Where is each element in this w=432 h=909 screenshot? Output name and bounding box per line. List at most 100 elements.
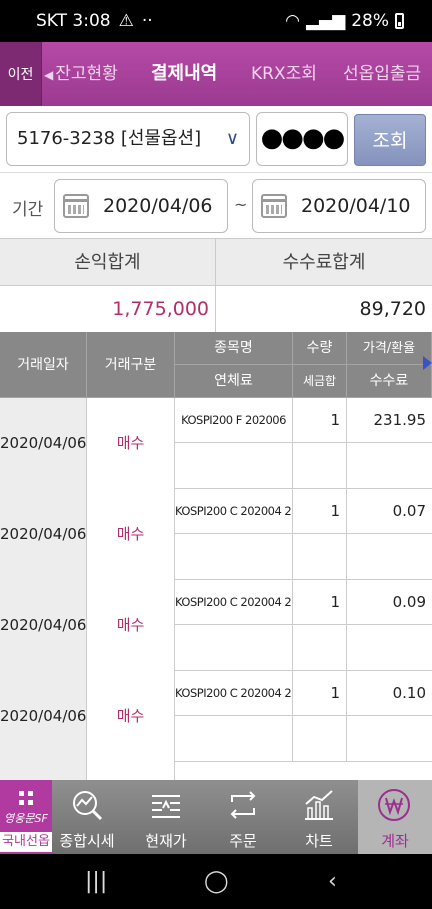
row-commission <box>347 716 432 762</box>
header-price-rate: 가격/환율 <box>347 332 432 365</box>
tab-label: 잔고현황 <box>55 64 118 84</box>
date-separator: ~ <box>234 195 248 214</box>
row-type: 매수 <box>87 398 175 489</box>
more-dots: ·· <box>141 11 153 31</box>
row-tax-total <box>293 534 347 580</box>
scroll-right-icon[interactable] <box>423 356 432 370</box>
price-list-icon <box>152 795 180 818</box>
row-date: 2020/04/06 <box>0 580 87 671</box>
account-row: 5176-3238 [선물옵션] ∨ ●●●● 조회 <box>0 106 432 172</box>
row-quantity: 1 <box>293 489 347 534</box>
row-overdue-fee <box>175 534 293 580</box>
row-date: 2020/04/06 <box>0 398 87 489</box>
row-type <box>87 762 175 780</box>
nav-market-overview[interactable]: 종합시세 <box>56 780 118 854</box>
recent-apps-icon[interactable]: ||| <box>85 869 107 894</box>
row-quantity: 1 <box>293 580 347 625</box>
row-tax-total <box>293 443 347 489</box>
row-price: 0.09 <box>347 580 432 625</box>
account-select[interactable]: 5176-3238 [선물옵션] ∨ <box>6 112 250 166</box>
summary-values: 1,775,000 89,720 <box>0 286 432 332</box>
header-trade-type: 거래구분 <box>87 332 175 398</box>
nav-label: 종합시세 <box>59 832 115 850</box>
nav-current-price[interactable]: 현재가 <box>135 780 197 854</box>
fee-total-label: 수수료합계 <box>282 252 366 273</box>
order-arrows-icon <box>230 791 256 819</box>
row-price: 0.07 <box>347 489 432 534</box>
notification-icon: ⚠ <box>118 11 134 31</box>
chart-search-icon <box>73 791 103 821</box>
header-quantity: 수량 <box>293 332 347 365</box>
signal-icon: ▂▄▆ <box>305 11 346 31</box>
row-type: 매수 <box>87 671 175 762</box>
row-price: 0.10 <box>347 671 432 716</box>
row-quantity: 1 <box>293 398 347 443</box>
won-circle-icon <box>378 789 410 821</box>
account-select-value: 5176-3238 [선물옵션] <box>17 128 202 149</box>
header-item-name: 종목명 <box>175 332 293 365</box>
tab-scroll-left-icon[interactable]: ◀ <box>44 68 53 82</box>
table-row[interactable] <box>0 762 432 780</box>
calendar-icon <box>63 194 89 218</box>
grid-header: 거래일자 거래구분 종목명 수량 가격/환율 연체료 세금합 수수료 <box>0 332 432 398</box>
nav-label: 국내선옵 <box>0 832 52 852</box>
fee-total-value: 89,720 <box>359 298 426 320</box>
app-logo: 영웅문SF <box>4 812 48 825</box>
calendar-icon <box>261 194 287 218</box>
nav-account[interactable]: 계좌 <box>358 780 432 854</box>
carrier-time: SKT 3:08 <box>36 11 111 31</box>
row-type: 매수 <box>87 489 175 580</box>
row-overdue-fee <box>175 625 293 671</box>
row-commission <box>347 625 432 671</box>
start-date-value: 2020/04/06 <box>103 195 213 217</box>
row-quantity: 1 <box>293 671 347 716</box>
nav-chart[interactable]: 차트 <box>288 780 350 854</box>
trade-list[interactable]: 2020/04/06 매수 KOSPI200 F 202006 1 231.95… <box>0 398 432 780</box>
row-commission <box>347 443 432 489</box>
row-date: 2020/04/06 <box>0 489 87 580</box>
table-row[interactable]: 2020/04/06 매수 KOSPI200 C 202004 262.5 1 … <box>0 671 432 762</box>
top-tab-bar: 이전 ◀ 잔고현황 결제내역 KRX조회 선옵입출금 <box>0 42 432 106</box>
system-nav-bar: ||| ◯ ‹ <box>0 854 432 909</box>
header-tax-total: 세금합 <box>293 365 347 398</box>
end-date-field[interactable]: 2020/04/10 <box>252 179 426 233</box>
password-field[interactable]: ●●●● <box>256 112 348 166</box>
status-bar: SKT 3:08 ⚠ ·· ◠ ▂▄▆ 28% <box>0 0 432 42</box>
back-icon[interactable]: ‹ <box>328 869 337 894</box>
nav-label: 현재가 <box>145 832 187 850</box>
pnl-total-value: 1,775,000 <box>0 286 216 332</box>
row-date: 2020/04/06 <box>0 671 87 762</box>
grid-icon <box>19 791 33 805</box>
tab-settlement[interactable]: 결제내역 <box>151 42 217 106</box>
table-row[interactable]: 2020/04/06 매수 KOSPI200 C 202004 262.5 1 … <box>0 580 432 671</box>
row-date <box>0 762 87 780</box>
nav-label: 차트 <box>305 832 333 850</box>
query-button[interactable]: 조회 <box>354 114 426 166</box>
start-date-field[interactable]: 2020/04/06 <box>54 179 228 233</box>
row-item-name: KOSPI200 F 202006 <box>175 398 293 443</box>
nav-order[interactable]: 주문 <box>212 780 274 854</box>
header-trade-date: 거래일자 <box>0 332 87 398</box>
row-item-name: KOSPI200 C 202004 262.5 <box>175 489 293 534</box>
back-button[interactable]: 이전 <box>0 42 42 106</box>
row-price: 231.95 <box>347 398 432 443</box>
nav-label: 계좌 <box>381 832 409 850</box>
wifi-icon: ◠ <box>285 11 300 31</box>
table-row[interactable]: 2020/04/06 매수 KOSPI200 C 202004 262.5 1 … <box>0 489 432 580</box>
tab-krx[interactable]: KRX조회 <box>251 42 317 106</box>
header-overdue-fee: 연체료 <box>175 365 293 398</box>
nav-label: 주문 <box>229 832 257 850</box>
tab-deposit-withdraw[interactable]: 선옵입출금 <box>343 42 421 106</box>
bar-chart-icon <box>305 790 333 820</box>
bottom-nav: 영웅문SF 국내선옵 종합시세 현재가 주문 차트 계좌 <box>0 780 432 854</box>
period-row: 기간 2020/04/06 ~ 2020/04/10 <box>0 172 432 238</box>
pnl-total-label: 손익합계 <box>0 239 216 287</box>
row-item-name: KOSPI200 C 202004 262.5 <box>175 671 293 716</box>
home-icon[interactable]: ◯ <box>204 869 229 894</box>
chevron-down-icon: ∨ <box>225 128 239 149</box>
battery-percent: 28% <box>351 11 389 31</box>
row-overdue-fee <box>175 716 293 762</box>
tab-balance[interactable]: ◀ 잔고현황 <box>44 42 118 106</box>
nav-domestic-futures[interactable]: 영웅문SF 국내선옵 <box>0 780 52 854</box>
table-row[interactable]: 2020/04/06 매수 KOSPI200 F 202006 1 231.95 <box>0 398 432 489</box>
